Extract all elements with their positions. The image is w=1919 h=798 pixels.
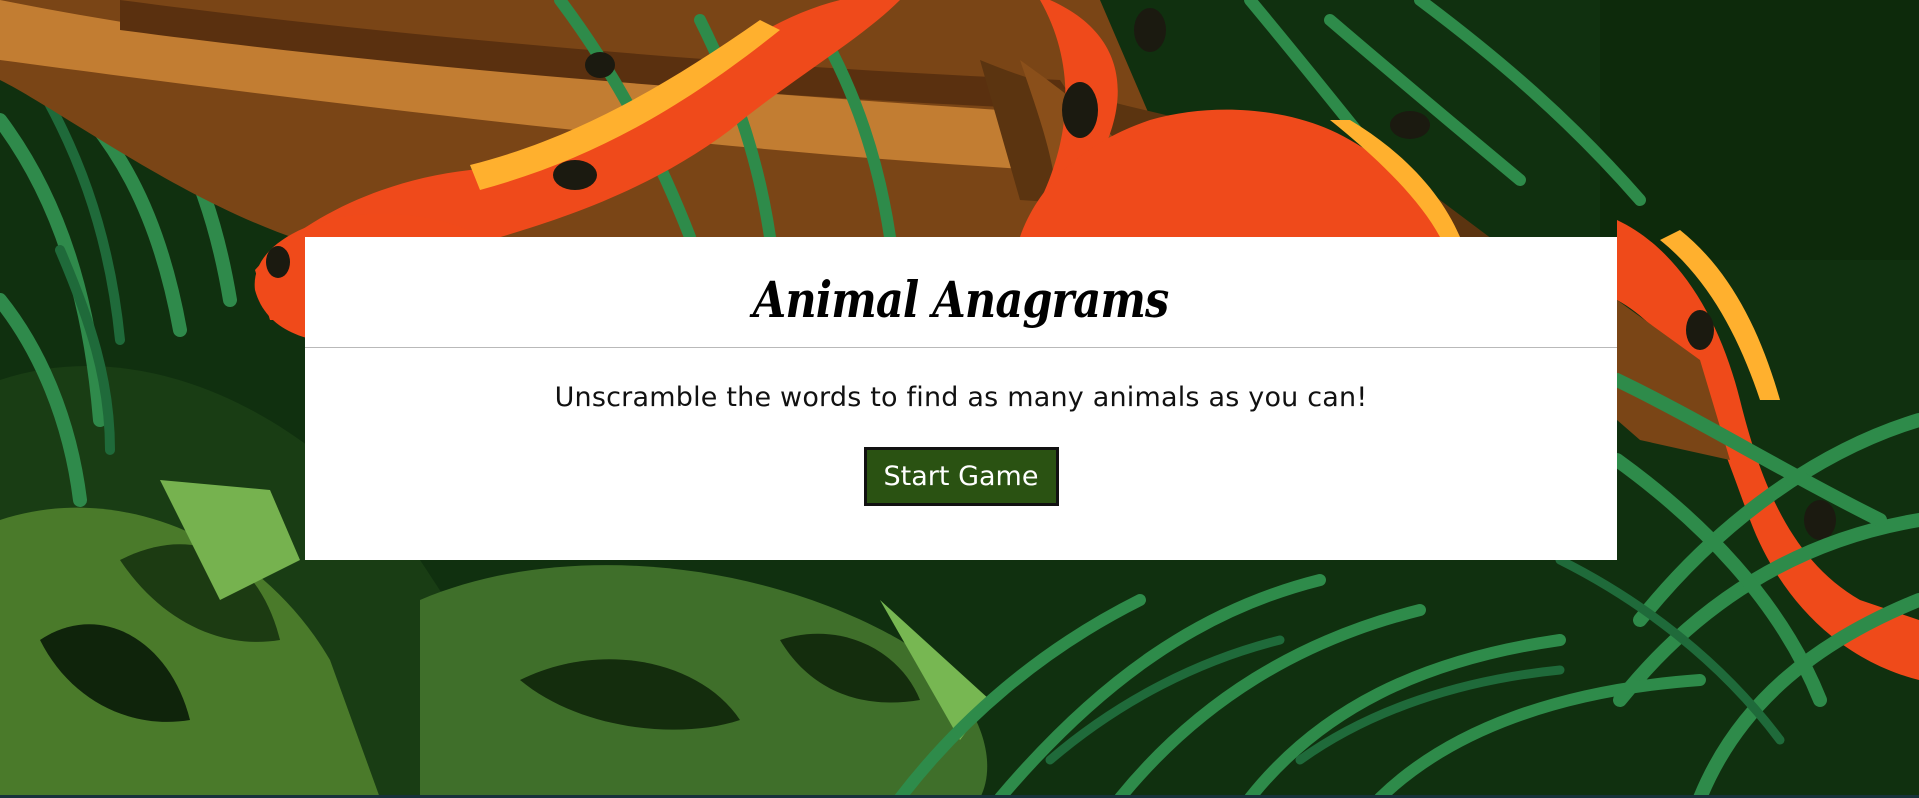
game-description: Unscramble the words to find as many ani…: [554, 382, 1368, 413]
game-screen: Animal Anagrams Unscramble the words to …: [0, 0, 1919, 798]
game-title: Animal Anagrams: [753, 269, 1169, 329]
start-modal: Animal Anagrams Unscramble the words to …: [305, 237, 1617, 560]
start-game-button[interactable]: Start Game: [863, 447, 1059, 506]
modal-header: Animal Anagrams: [305, 237, 1617, 348]
modal-body: Unscramble the words to find as many ani…: [305, 348, 1617, 506]
